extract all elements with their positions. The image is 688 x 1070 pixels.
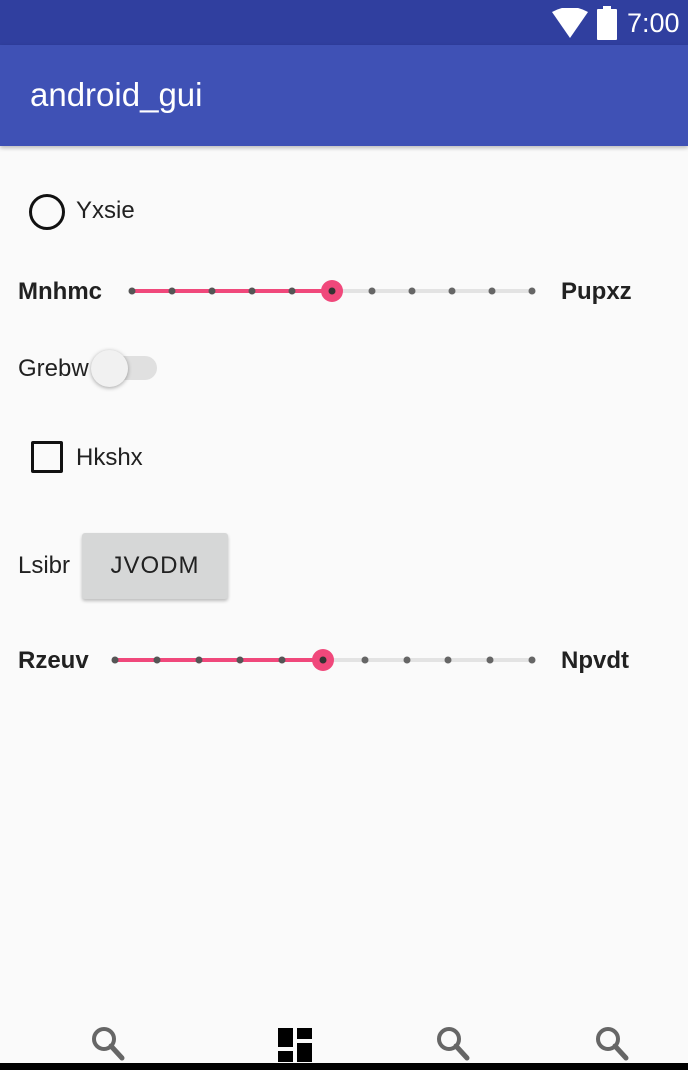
checkbox-label: Hkshx [76, 444, 143, 471]
slider1[interactable] [120, 276, 545, 306]
slider1-right-label: Pupxz [561, 278, 632, 305]
checkbox[interactable] [31, 441, 63, 473]
search-icon[interactable] [90, 1025, 126, 1063]
button-row-label: Lsibr [18, 552, 71, 579]
slider2[interactable] [103, 645, 545, 675]
dashboard-icon[interactable] [278, 1028, 312, 1062]
bottom-navigation [0, 1015, 688, 1070]
battery-icon [597, 6, 617, 40]
search-icon[interactable] [594, 1025, 630, 1063]
status-bar: 7:00 [0, 0, 688, 45]
system-nav-edge [0, 1063, 688, 1070]
app-title: android_gui [30, 76, 203, 113]
wifi-icon [552, 8, 588, 38]
radio-label: Yxsie [76, 197, 135, 224]
slider1-left-label: Mnhmc [18, 278, 102, 305]
jvodm-button[interactable]: JVODM [82, 533, 228, 599]
app-bar: android_gui [0, 45, 688, 146]
switch-label: Grebw [18, 355, 89, 382]
slider2-right-label: Npvdt [561, 647, 629, 674]
search-icon[interactable] [435, 1025, 471, 1063]
slider2-left-label: Rzeuv [18, 647, 89, 674]
switch-thumb[interactable] [91, 350, 128, 387]
status-time: 7:00 [627, 8, 680, 38]
radio-button[interactable] [29, 194, 65, 230]
